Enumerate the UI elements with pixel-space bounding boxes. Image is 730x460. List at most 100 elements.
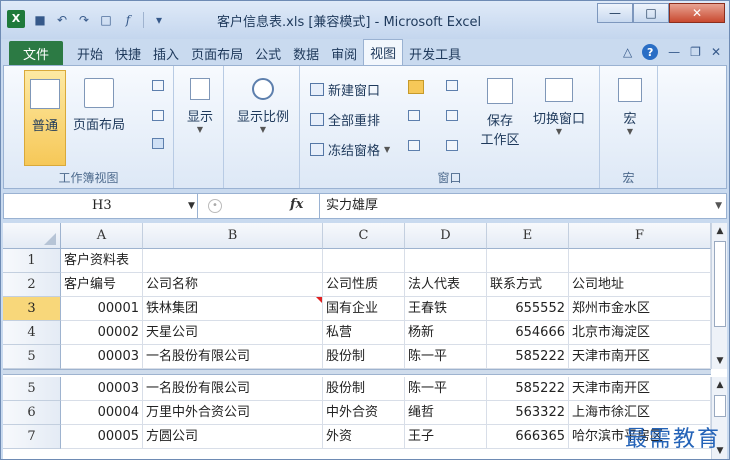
select-all-corner[interactable] <box>3 223 61 249</box>
column-header-e[interactable]: E <box>487 223 569 249</box>
scroll-thumb[interactable] <box>714 241 726 327</box>
tab-developer[interactable]: 开发工具 <box>403 41 467 65</box>
table-cell[interactable]: 陈一平 <box>405 377 487 401</box>
table-cell[interactable]: 方圆公司 <box>143 425 323 449</box>
function-icon[interactable]: f <box>119 11 137 29</box>
table-cell[interactable]: 一名股份有限公司 <box>143 345 323 369</box>
insert-function-icon[interactable]: fx <box>290 197 303 212</box>
table-cell[interactable]: 00005 <box>61 425 143 449</box>
cancel-entry-icon[interactable]: • <box>208 199 222 213</box>
new-window-button[interactable]: 新建窗口 <box>310 80 380 99</box>
table-cell[interactable]: 杨新 <box>405 321 487 345</box>
custom-views-icon[interactable] <box>152 110 164 121</box>
show-button[interactable]: 显示 ▼ <box>182 78 218 134</box>
help-icon[interactable]: ? <box>642 44 659 60</box>
table-cell[interactable]: 国有企业 <box>323 297 405 321</box>
table-cell[interactable]: 公司性质 <box>323 273 405 297</box>
table-cell[interactable]: 中外合资 <box>323 401 405 425</box>
new-document-icon[interactable]: □ <box>97 11 115 29</box>
table-cell[interactable]: 654666 <box>487 321 569 345</box>
table-cell[interactable]: 00002 <box>61 321 143 345</box>
table-cell[interactable] <box>487 249 569 273</box>
normal-view-button[interactable]: 普通 <box>24 70 66 166</box>
table-cell[interactable] <box>323 249 405 273</box>
column-header-f[interactable]: F <box>569 223 711 249</box>
tab-data[interactable]: 数据 <box>287 41 325 65</box>
table-cell[interactable]: 563322 <box>487 401 569 425</box>
column-header-c[interactable]: C <box>323 223 405 249</box>
scroll-thumb[interactable] <box>714 395 726 417</box>
formula-input[interactable]: 实力雄厚 <box>326 194 378 218</box>
row-header[interactable]: 1 <box>3 249 61 273</box>
table-cell[interactable]: 股份制 <box>323 377 405 401</box>
tab-insert[interactable]: 插入 <box>147 41 185 65</box>
scroll-up-icon[interactable]: ▲ <box>714 379 726 391</box>
row-header[interactable]: 6 <box>3 401 61 425</box>
save-workspace-button[interactable]: 保存 工作区 <box>478 78 522 148</box>
table-cell[interactable]: 万里中外合资公司 <box>143 401 323 425</box>
hide-window-icon[interactable] <box>408 110 420 121</box>
expand-formula-bar-icon[interactable]: ▼ <box>715 194 722 218</box>
table-cell[interactable]: 北京市海淀区 <box>569 321 711 345</box>
table-cell[interactable]: 公司名称 <box>143 273 323 297</box>
switch-windows-button[interactable]: 切换窗口 ▼ <box>526 78 592 136</box>
table-cell[interactable]: 585222 <box>487 377 569 401</box>
row-header[interactable]: 7 <box>3 425 61 449</box>
top-pane-scrollbar[interactable]: ▲ ▼ <box>711 223 727 369</box>
window-split-bar[interactable] <box>3 369 711 375</box>
table-cell[interactable]: 王子 <box>405 425 487 449</box>
doc-close-icon[interactable]: ✕ <box>711 45 721 59</box>
comment-indicator-icon[interactable] <box>316 297 322 303</box>
table-cell[interactable] <box>569 249 711 273</box>
synchronous-scrolling-icon[interactable] <box>446 110 458 121</box>
arrange-all-button[interactable]: 全部重排 <box>310 110 380 129</box>
table-cell[interactable]: 法人代表 <box>405 273 487 297</box>
page-layout-view-button[interactable]: 页面布局 <box>70 78 128 133</box>
table-cell[interactable]: 铁林集团 <box>143 297 323 321</box>
table-cell[interactable]: 00003 <box>61 345 143 369</box>
redo-icon[interactable]: ↷ <box>75 11 93 29</box>
table-cell[interactable]: 郑州市金水区 <box>569 297 711 321</box>
doc-restore-icon[interactable]: ❐ <box>690 45 701 59</box>
table-cell[interactable]: 私营 <box>323 321 405 345</box>
table-cell[interactable]: 天津市南开区 <box>569 377 711 401</box>
minimize-button[interactable]: — <box>597 3 633 23</box>
column-header-b[interactable]: B <box>143 223 323 249</box>
table-cell[interactable]: 655552 <box>487 297 569 321</box>
table-cell[interactable]: 666365 <box>487 425 569 449</box>
tab-file[interactable]: 文件 <box>9 41 64 65</box>
row-header[interactable]: 5 <box>3 377 61 401</box>
name-box-dropdown-icon[interactable]: ▼ <box>188 194 195 218</box>
view-side-by-side-icon[interactable] <box>446 80 458 91</box>
close-button[interactable]: ✕ <box>669 3 725 23</box>
zoom-button[interactable]: 显示比例 ▼ <box>232 78 294 134</box>
table-cell[interactable]: 天星公司 <box>143 321 323 345</box>
tab-formulas[interactable]: 公式 <box>249 41 287 65</box>
table-cell[interactable]: 一名股份有限公司 <box>143 377 323 401</box>
name-box[interactable]: H3 <box>4 194 198 218</box>
row-header[interactable]: 5 <box>3 345 61 369</box>
tab-review[interactable]: 审阅 <box>325 41 363 65</box>
column-header-d[interactable]: D <box>405 223 487 249</box>
page-break-preview-icon[interactable] <box>152 80 164 91</box>
reset-window-position-icon[interactable] <box>446 140 458 151</box>
collapse-ribbon-icon[interactable]: △ <box>623 45 632 59</box>
tab-home[interactable]: 开始 <box>71 41 109 65</box>
table-cell[interactable]: 客户编号 <box>61 273 143 297</box>
row-header[interactable]: 2 <box>3 273 61 297</box>
tab-quick[interactable]: 快捷 <box>109 41 147 65</box>
table-cell[interactable] <box>143 249 323 273</box>
table-cell[interactable]: 00003 <box>61 377 143 401</box>
row-header[interactable]: 4 <box>3 321 61 345</box>
row-header[interactable]: 3 <box>3 297 61 321</box>
tab-view[interactable]: 视图 <box>363 39 404 65</box>
full-screen-icon[interactable] <box>152 138 164 149</box>
table-cell[interactable]: 外资 <box>323 425 405 449</box>
customize-qat-icon[interactable]: ▾ <box>150 11 168 29</box>
macros-button[interactable]: 宏 ▼ <box>610 78 650 136</box>
save-icon[interactable]: ■ <box>31 11 49 29</box>
undo-icon[interactable]: ↶ <box>53 11 71 29</box>
column-header-a[interactable]: A <box>61 223 143 249</box>
worksheet-grid[interactable]: A B C D E F 1 客户资料表 2 客户编号 公司名称 公司性质 法人代表 联系方式 公司地址 3 00… <box>3 223 727 459</box>
freeze-panes-button[interactable]: 冻结窗格 ▼ <box>310 140 390 159</box>
